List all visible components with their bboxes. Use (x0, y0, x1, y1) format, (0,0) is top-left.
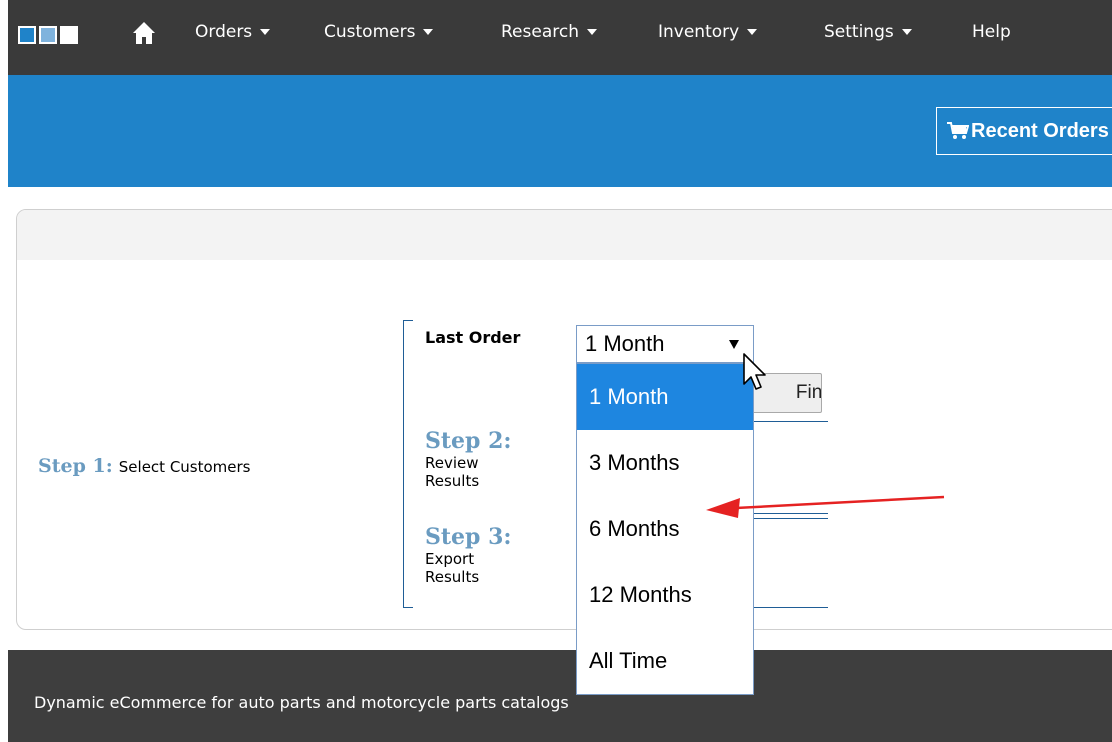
dropdown-option-all-time[interactable]: All Time (577, 628, 753, 694)
chevron-down-icon (901, 29, 912, 35)
home-icon[interactable] (132, 20, 156, 46)
chevron-down-icon (423, 29, 434, 35)
last-order-label: Last Order (425, 328, 521, 347)
step-3: Step 3: Export Results (425, 524, 512, 586)
dropdown-arrow-icon (729, 340, 739, 349)
dropdown-option-12-months[interactable]: 12 Months (577, 562, 753, 628)
brand-logo[interactable] (18, 26, 78, 44)
footer: Dynamic eCommerce for auto parts and mot… (8, 650, 1112, 742)
dropdown-option-6-months[interactable]: 6 Months (577, 496, 753, 562)
nav-help[interactable]: Help (972, 20, 1011, 44)
last-order-selected-value: 1 Month (585, 331, 665, 356)
step-1: Step 1: Select Customers (38, 455, 251, 477)
nav-settings[interactable]: Settings (824, 20, 912, 44)
footer-tagline: Dynamic eCommerce for auto parts and mot… (34, 693, 569, 712)
nav-research[interactable]: Research (501, 20, 597, 44)
chevron-down-icon (586, 29, 597, 35)
step-1-description: Select Customers (118, 458, 251, 476)
steps-bracket (403, 320, 413, 608)
last-order-select[interactable]: 1 Month (576, 325, 754, 363)
step-3-number: Step 3: (425, 524, 512, 550)
recent-orders-label: Recent Orders (971, 120, 1109, 142)
panel-header (17, 210, 1112, 260)
chevron-down-icon (260, 29, 271, 35)
logo-square-1 (18, 26, 36, 44)
step-3-description-line2: Results (425, 568, 480, 586)
step-1-number: Step 1: (38, 455, 113, 477)
step-3-description-line1: Export (425, 550, 475, 568)
recent-orders-button[interactable]: Recent Orders (936, 107, 1112, 155)
last-order-dropdown-list: 1 Month 3 Months 6 Months 12 Months All … (576, 363, 754, 695)
nav-orders[interactable]: Orders (195, 20, 271, 44)
cart-icon (947, 122, 969, 139)
step-2: Step 2: Review Results (425, 428, 512, 490)
nav-inventory[interactable]: Inventory (658, 20, 758, 44)
dropdown-option-3-months[interactable]: 3 Months (577, 430, 753, 496)
main-panel (16, 209, 1112, 630)
chevron-down-icon (747, 29, 758, 35)
mouse-cursor-icon (743, 353, 766, 390)
step-2-number: Step 2: (425, 428, 512, 454)
step-2-description-line1: Review (425, 454, 479, 472)
step-2-description-line2: Results (425, 472, 480, 490)
logo-square-2 (39, 26, 57, 44)
top-nav: Orders Customers Research Inventory Sett… (8, 0, 1112, 75)
logo-square-3 (60, 26, 78, 44)
dropdown-option-1-month[interactable]: 1 Month (577, 364, 753, 430)
nav-customers[interactable]: Customers (324, 20, 434, 44)
header-band: Recent Orders (8, 75, 1112, 187)
